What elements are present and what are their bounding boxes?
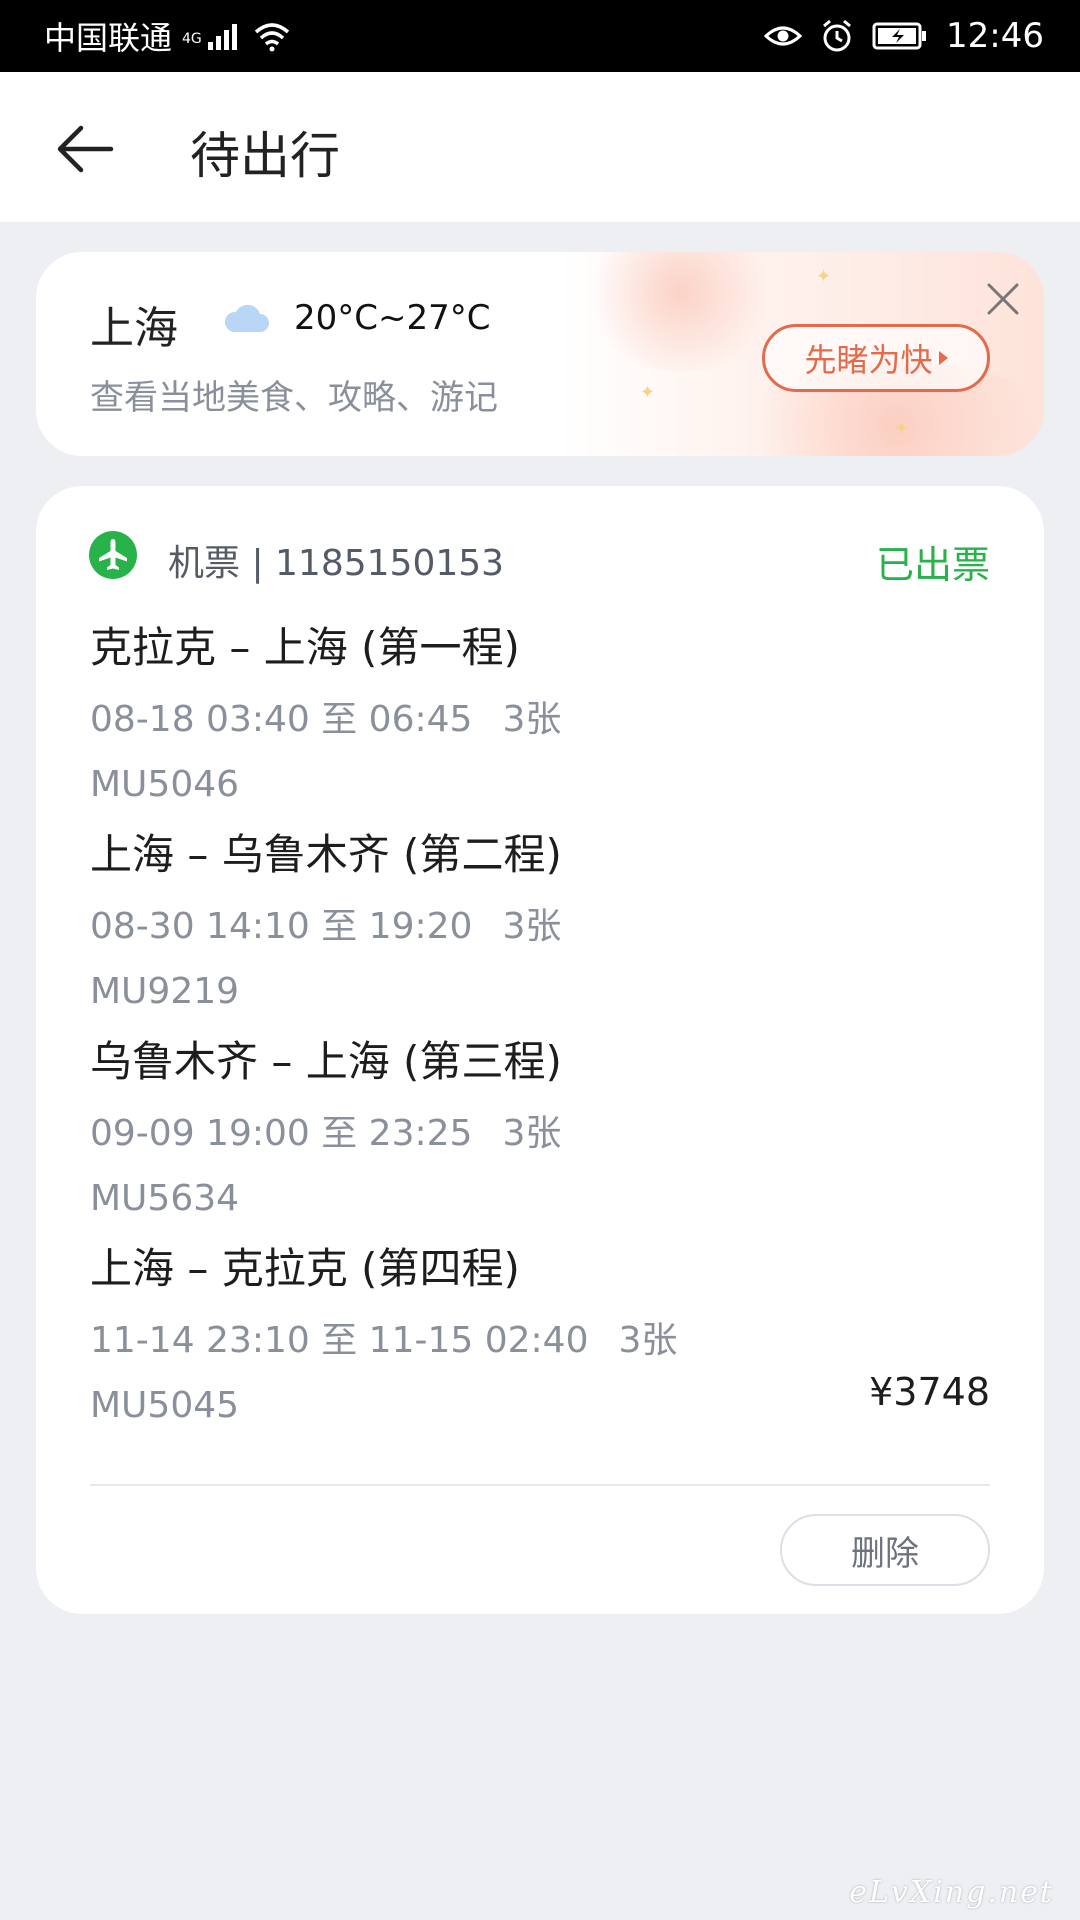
battery-icon xyxy=(872,21,928,51)
order-type-number: 机票 | 1185150153 xyxy=(168,543,505,584)
flight-order-card[interactable]: 机票 | 1185150153 已出票 克拉克 – 上海 (第一程) 08-18… xyxy=(36,486,1044,1614)
sparkle-icon: ✦ xyxy=(894,418,910,439)
leg-route: 上海 – 乌鲁木齐 (第二程) xyxy=(90,830,562,879)
leg-ticket-count: 3张 xyxy=(502,699,562,740)
destination-city: 上海 xyxy=(90,303,178,354)
promo-subtitle: 查看当地美食、攻略、游记 xyxy=(90,378,498,418)
order-price: ¥3748 xyxy=(869,1370,990,1414)
arrow-left-icon xyxy=(55,123,115,179)
temperature-range: 20°C~27°C xyxy=(294,298,491,338)
alarm-icon xyxy=(820,19,854,53)
close-button[interactable] xyxy=(978,276,1028,326)
page-header: 待出行 xyxy=(0,72,1080,222)
plane-icon xyxy=(88,530,138,584)
divider xyxy=(90,1484,990,1486)
leg-route: 克拉克 – 上海 (第一程) xyxy=(90,623,520,672)
page-title: 待出行 xyxy=(190,127,340,185)
leg-flight-number: MU9219 xyxy=(90,971,240,1012)
leg-flight-number: MU5046 xyxy=(90,764,240,805)
leg-time: 09-09 19:00 至 23:25 3张 xyxy=(90,1104,990,1164)
watermark: eLvXing.net xyxy=(849,1875,1054,1910)
sparkle-icon: ✦ xyxy=(640,382,656,403)
eye-icon xyxy=(764,22,803,50)
network-type: 4G xyxy=(182,31,202,47)
order-status-badge: 已出票 xyxy=(875,543,990,587)
leg-time-range: 08-30 14:10 至 19:20 xyxy=(90,906,473,947)
signal-icon xyxy=(206,22,242,50)
leg-time-range: 09-09 19:00 至 23:25 xyxy=(90,1113,473,1154)
delete-button[interactable]: 删除 xyxy=(780,1514,990,1586)
status-bar-right: 12:46 xyxy=(764,16,1044,56)
leg-flight-number: MU5045 xyxy=(90,1385,240,1426)
status-bar-left: 中国联通 4G xyxy=(44,13,292,59)
leg-time: 08-30 14:10 至 19:20 3张 xyxy=(90,897,990,957)
flight-leg: 上海 – 乌鲁木齐 (第二程) 08-30 14:10 至 19:20 3张 MU… xyxy=(90,825,990,1017)
clock-time: 12:46 xyxy=(946,16,1044,56)
preview-button-label: 先睹为快 xyxy=(804,341,933,379)
leg-time: 11-14 23:10 至 11-15 02:40 3张 xyxy=(90,1311,990,1371)
promo-decoration xyxy=(581,252,781,372)
sparkle-icon: ✦ xyxy=(816,266,832,287)
flight-leg: 上海 – 克拉克 (第四程) 11-14 23:10 至 11-15 02:40… xyxy=(90,1239,990,1431)
leg-time-range: 08-18 03:40 至 06:45 xyxy=(90,699,473,740)
leg-flight-number: MU5634 xyxy=(90,1178,240,1219)
preview-button[interactable]: 先睹为快 xyxy=(762,324,990,392)
status-bar: 中国联通 4G 12:46 xyxy=(0,0,1080,72)
back-button[interactable] xyxy=(50,116,120,186)
destination-promo-card[interactable]: ✦ ✦ ✦ 上海 20°C~27°C 查看当地美食、攻略、游记 先睹为快 xyxy=(36,252,1044,456)
leg-ticket-count: 3张 xyxy=(502,1113,562,1154)
caret-right-icon xyxy=(938,351,948,365)
leg-route: 上海 – 克拉克 (第四程) xyxy=(90,1244,520,1293)
leg-time: 08-18 03:40 至 06:45 3张 xyxy=(90,690,990,750)
close-icon xyxy=(985,281,1021,321)
leg-ticket-count: 3张 xyxy=(618,1320,678,1361)
cloud-icon xyxy=(222,302,270,338)
leg-ticket-count: 3张 xyxy=(502,906,562,947)
leg-route: 乌鲁木齐 – 上海 (第三程) xyxy=(90,1037,562,1086)
carrier-name: 中国联通 xyxy=(44,19,173,57)
wifi-icon xyxy=(252,20,292,52)
flight-leg: 克拉克 – 上海 (第一程) 08-18 03:40 至 06:45 3张 MU5… xyxy=(90,618,990,810)
flight-leg: 乌鲁木齐 – 上海 (第三程) 09-09 19:00 至 23:25 3张 MU… xyxy=(90,1032,990,1224)
leg-time-range: 11-14 23:10 至 11-15 02:40 xyxy=(90,1320,589,1361)
